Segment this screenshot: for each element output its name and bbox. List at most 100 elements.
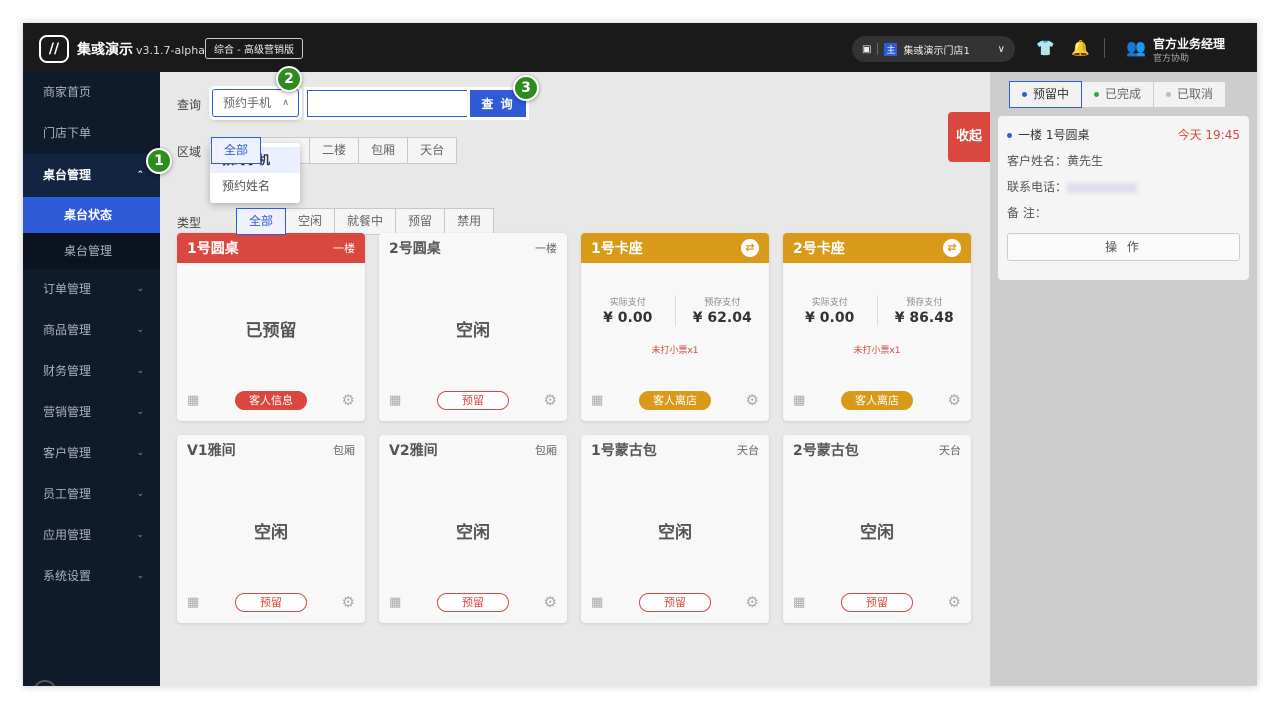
table-status: 空闲	[254, 523, 288, 543]
chevron-down-icon: ∨	[997, 43, 1005, 55]
sidebar-item-settings[interactable]: 系统设置 ⌄	[23, 556, 160, 597]
card-header: V2雅间 包厢	[379, 435, 567, 465]
qr-code-icon[interactable]: ▦	[389, 393, 401, 408]
gear-icon[interactable]: ⚙	[342, 593, 355, 611]
bell-icon[interactable]: 🔔	[1071, 39, 1090, 57]
table-card[interactable]: 2号卡座 ⇄ 实际支付 ¥ 0.00 预存支付 ¥ 86.48 未打小票x1 ▦	[783, 233, 971, 421]
chevron-down-icon: ⌄	[136, 366, 144, 376]
swap-icon[interactable]: ⇄	[741, 239, 759, 257]
qr-code-icon[interactable]: ▦	[591, 393, 603, 408]
chevron-down-icon: ⌄	[136, 284, 144, 294]
shirt-icon[interactable]: 👕	[1036, 39, 1055, 57]
sidebar-subitem-table-status[interactable]: 桌台状态	[23, 197, 167, 233]
reserve-button[interactable]: 预留	[841, 593, 913, 612]
table-card[interactable]: 2号蒙古包 天台 空闲 ▦ 预留 ⚙	[783, 435, 971, 623]
sidebar-item-table-management[interactable]: 桌台管理 ⌃	[23, 154, 160, 197]
area-filter: 全部 一楼 二楼 包厢 天台	[211, 137, 458, 164]
sidebar-item-label: 财务管理	[43, 364, 92, 378]
table-area: 天台	[939, 444, 961, 457]
table-card[interactable]: V1雅间 包厢 空闲 ▦ 预留 ⚙	[177, 435, 365, 623]
sidebar-item-store-order[interactable]: 门店下单	[23, 113, 160, 154]
store-selector[interactable]: ▣ 主 集彧演示门店1 ∨	[852, 36, 1015, 62]
table-card[interactable]: 2号圆桌 一楼 空闲 ▦ 预留 ⚙	[379, 233, 567, 421]
search-type-select[interactable]: 预约手机 ∧	[212, 89, 299, 117]
user-name[interactable]: 官方业务经理	[1153, 35, 1225, 52]
table-card[interactable]: 1号圆桌 一楼 已预留 ▦ 客人信息 ⚙	[177, 233, 365, 421]
qr-code-icon[interactable]: ▦	[389, 595, 401, 610]
table-card[interactable]: 1号卡座 ⇄ 实际支付 ¥ 0.00 预存支付 ¥ 62.04 未打小票x1 ▦	[581, 233, 769, 421]
reserve-button[interactable]: 预留	[437, 593, 509, 612]
phone-row: 联系电话：	[1007, 178, 1240, 195]
sidebar-item-apps[interactable]: 应用管理 ⌄	[23, 515, 160, 556]
guest-leave-button[interactable]: 客人离店	[639, 391, 711, 410]
area-filter-private-room[interactable]: 包厢	[358, 137, 409, 164]
gear-icon[interactable]: ⚙	[948, 593, 961, 611]
area-filter-all[interactable]: 全部	[211, 137, 262, 164]
type-filter-idle[interactable]: 空闲	[285, 208, 336, 235]
sidebar-item-finance[interactable]: 财务管理 ⌄	[23, 351, 160, 392]
sidebar-item-label: 桌台管理	[43, 168, 92, 182]
card-footer: ▦ 客人离店 ⚙	[783, 391, 971, 411]
unprinted-receipt-note: 未打小票x1	[853, 346, 901, 356]
card-header: 1号卡座 ⇄	[581, 233, 769, 263]
guest-info-button[interactable]: 客人信息	[235, 391, 307, 410]
qr-code-icon[interactable]: ▦	[793, 393, 805, 408]
table-card[interactable]: V2雅间 包厢 空闲 ▦ 预留 ⚙	[379, 435, 567, 623]
table-area: 天台	[737, 444, 759, 457]
area-label: 区域	[177, 145, 202, 159]
gear-icon[interactable]: ⚙	[948, 391, 961, 409]
qr-code-icon[interactable]: ▦	[187, 393, 199, 408]
sidebar-avatar[interactable]	[33, 680, 57, 686]
gear-icon[interactable]: ⚙	[746, 593, 759, 611]
phone-label: 联系电话：	[1007, 180, 1068, 194]
sidebar-item-staff[interactable]: 员工管理 ⌄	[23, 474, 160, 515]
app-logo: //	[39, 35, 69, 63]
reserve-button[interactable]: 预留	[235, 593, 307, 612]
user-avatar-icon[interactable]: 👥	[1126, 38, 1146, 57]
gear-icon[interactable]: ⚙	[342, 391, 355, 409]
status-dot-icon	[1007, 133, 1012, 138]
remark-label: 备 注：	[1007, 206, 1047, 220]
qr-code-icon[interactable]: ▦	[591, 595, 603, 610]
actual-payment-value: ¥ 0.00	[603, 310, 653, 326]
dropdown-option-name[interactable]: 预约姓名	[210, 173, 300, 199]
sidebar-item-products[interactable]: 商品管理 ⌄	[23, 310, 160, 351]
tab-cancelled[interactable]: 已取消	[1153, 81, 1227, 108]
type-filter-dining[interactable]: 就餐中	[334, 208, 397, 235]
type-filter-all[interactable]: 全部	[236, 208, 287, 235]
reserve-button[interactable]: 预留	[437, 391, 509, 410]
collapse-button[interactable]: 收起	[948, 112, 990, 162]
area-filter-floor2[interactable]: 二楼	[309, 137, 360, 164]
gear-icon[interactable]: ⚙	[746, 391, 759, 409]
type-filter-disabled[interactable]: 禁用	[444, 208, 495, 235]
sidebar-item-home[interactable]: 商家首页	[23, 72, 160, 113]
guest-leave-button[interactable]: 客人离店	[841, 391, 913, 410]
reservation-panel: 预留中 已完成 已取消 一楼 1号圆桌 今天 19:45 客户姓名：黄先生 联系…	[990, 72, 1257, 686]
chevron-down-icon: ⌄	[136, 489, 144, 499]
sidebar-item-label: 应用管理	[43, 528, 92, 542]
search-input[interactable]	[307, 90, 473, 117]
qr-code-icon[interactable]: ▦	[793, 595, 805, 610]
qr-code-icon[interactable]: ▦	[187, 595, 199, 610]
sidebar-item-marketing[interactable]: 营销管理 ⌄	[23, 392, 160, 433]
type-filter: 全部 空闲 就餐中 预留 禁用	[236, 208, 495, 235]
gear-icon[interactable]: ⚙	[544, 391, 557, 409]
reservation-table: 一楼 1号圆桌	[1007, 126, 1089, 143]
tab-reserved[interactable]: 预留中	[1009, 81, 1083, 108]
table-name: 2号蒙古包	[793, 443, 859, 459]
tab-completed[interactable]: 已完成	[1081, 81, 1155, 108]
sidebar-item-customers[interactable]: 客户管理 ⌄	[23, 433, 160, 474]
card-header: 2号圆桌 一楼	[379, 233, 567, 263]
sidebar-subitem-table-management[interactable]: 桌台管理	[23, 233, 160, 269]
store-divider	[877, 43, 879, 55]
gear-icon[interactable]: ⚙	[544, 593, 557, 611]
reserve-button[interactable]: 预留	[639, 593, 711, 612]
reservation-header: 一楼 1号圆桌 今天 19:45	[1007, 126, 1240, 143]
operate-button[interactable]: 操 作	[1007, 233, 1240, 261]
table-card[interactable]: 1号蒙古包 天台 空闲 ▦ 预留 ⚙	[581, 435, 769, 623]
area-filter-rooftop[interactable]: 天台	[407, 137, 458, 164]
type-filter-reserved[interactable]: 预留	[395, 208, 446, 235]
sidebar-item-orders[interactable]: 订单管理 ⌄	[23, 269, 160, 310]
table-name: 1号卡座	[591, 241, 643, 257]
swap-icon[interactable]: ⇄	[943, 239, 961, 257]
